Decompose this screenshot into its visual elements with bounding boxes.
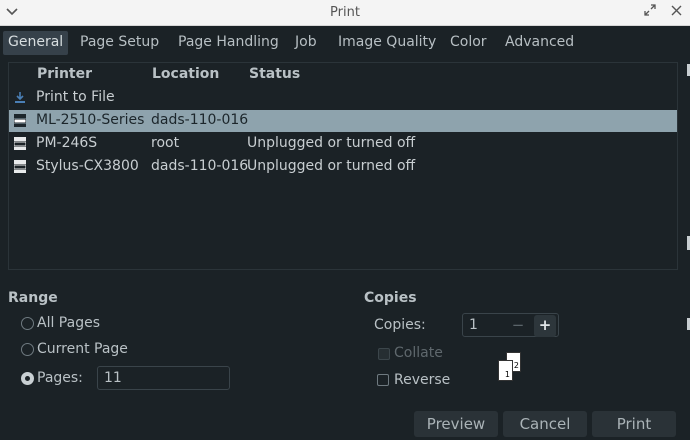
column-header-location[interactable]: Location bbox=[152, 66, 219, 82]
printer-icon bbox=[13, 137, 27, 150]
close-icon[interactable] bbox=[666, 3, 686, 23]
current-page-radio[interactable] bbox=[21, 343, 34, 356]
reverse-label[interactable]: Reverse bbox=[394, 372, 450, 388]
copies-increment-button[interactable]: + bbox=[534, 315, 556, 337]
window-title: Print bbox=[330, 5, 360, 20]
copies-title: Copies bbox=[364, 290, 417, 306]
column-header-status[interactable]: Status bbox=[249, 66, 300, 82]
printer-location: dads-110-016 bbox=[151, 158, 249, 174]
printer-name: Stylus-CX3800 bbox=[36, 158, 139, 174]
current-page-label[interactable]: Current Page bbox=[37, 341, 128, 357]
printer-row-ml-2510[interactable]: ML-2510-Series dads-110-016 bbox=[9, 110, 677, 132]
title-bar: Print bbox=[0, 0, 690, 26]
tab-page-setup[interactable]: Page Setup bbox=[75, 31, 164, 55]
printer-icon bbox=[13, 160, 27, 173]
download-icon bbox=[14, 91, 26, 104]
column-header-printer[interactable]: Printer bbox=[37, 66, 92, 82]
tab-color[interactable]: Color bbox=[445, 31, 492, 55]
all-pages-label[interactable]: All Pages bbox=[37, 315, 100, 331]
print-button[interactable]: Print bbox=[592, 411, 676, 437]
tab-job[interactable]: Job bbox=[290, 31, 322, 55]
copies-value: 1 bbox=[469, 317, 478, 333]
printer-row-print-to-file[interactable]: Print to File bbox=[9, 87, 677, 109]
printer-row-stylus-cx3800[interactable]: Stylus-CX3800 dads-110-016 Unplugged or … bbox=[9, 156, 677, 178]
tab-page-handling[interactable]: Page Handling bbox=[173, 31, 284, 55]
printer-location: dads-110-016 bbox=[151, 112, 249, 128]
pages-label[interactable]: Pages: bbox=[37, 370, 83, 386]
preview-page-1: 1 bbox=[498, 360, 513, 381]
pages-input[interactable]: 11 bbox=[97, 366, 230, 390]
copies-decrement-button[interactable]: − bbox=[507, 315, 529, 337]
printer-icon bbox=[13, 114, 27, 127]
printer-status: Unplugged or turned off bbox=[247, 135, 416, 151]
printer-location: root bbox=[151, 135, 180, 151]
preview-button[interactable]: Preview bbox=[414, 411, 498, 437]
reverse-checkbox[interactable] bbox=[377, 374, 389, 386]
printer-name: PM-246S bbox=[36, 135, 98, 151]
tab-general[interactable]: General bbox=[3, 31, 69, 55]
cancel-button[interactable]: Cancel bbox=[503, 411, 587, 437]
collate-checkbox[interactable] bbox=[378, 348, 390, 360]
collate-label[interactable]: Collate bbox=[394, 345, 443, 361]
printer-row-pm-246s[interactable]: PM-246S root Unplugged or turned off bbox=[9, 133, 677, 155]
printer-name: Print to File bbox=[36, 89, 115, 105]
tab-bar: General Page Setup Page Handling Job Ima… bbox=[0, 27, 690, 57]
collate-preview: 2 1 bbox=[498, 352, 524, 382]
maximize-icon[interactable] bbox=[640, 3, 660, 23]
all-pages-radio[interactable] bbox=[21, 317, 34, 330]
tab-image-quality[interactable]: Image Quality bbox=[333, 31, 441, 55]
tab-advanced[interactable]: Advanced bbox=[500, 31, 579, 55]
copies-label: Copies: bbox=[374, 317, 426, 333]
printer-name: ML-2510-Series bbox=[36, 112, 145, 128]
printer-status: Unplugged or turned off bbox=[247, 158, 416, 174]
pages-radio[interactable] bbox=[21, 372, 34, 385]
preview-page-number: 1 bbox=[504, 370, 510, 379]
preview-page-number: 2 bbox=[513, 361, 519, 370]
range-title: Range bbox=[8, 290, 58, 306]
